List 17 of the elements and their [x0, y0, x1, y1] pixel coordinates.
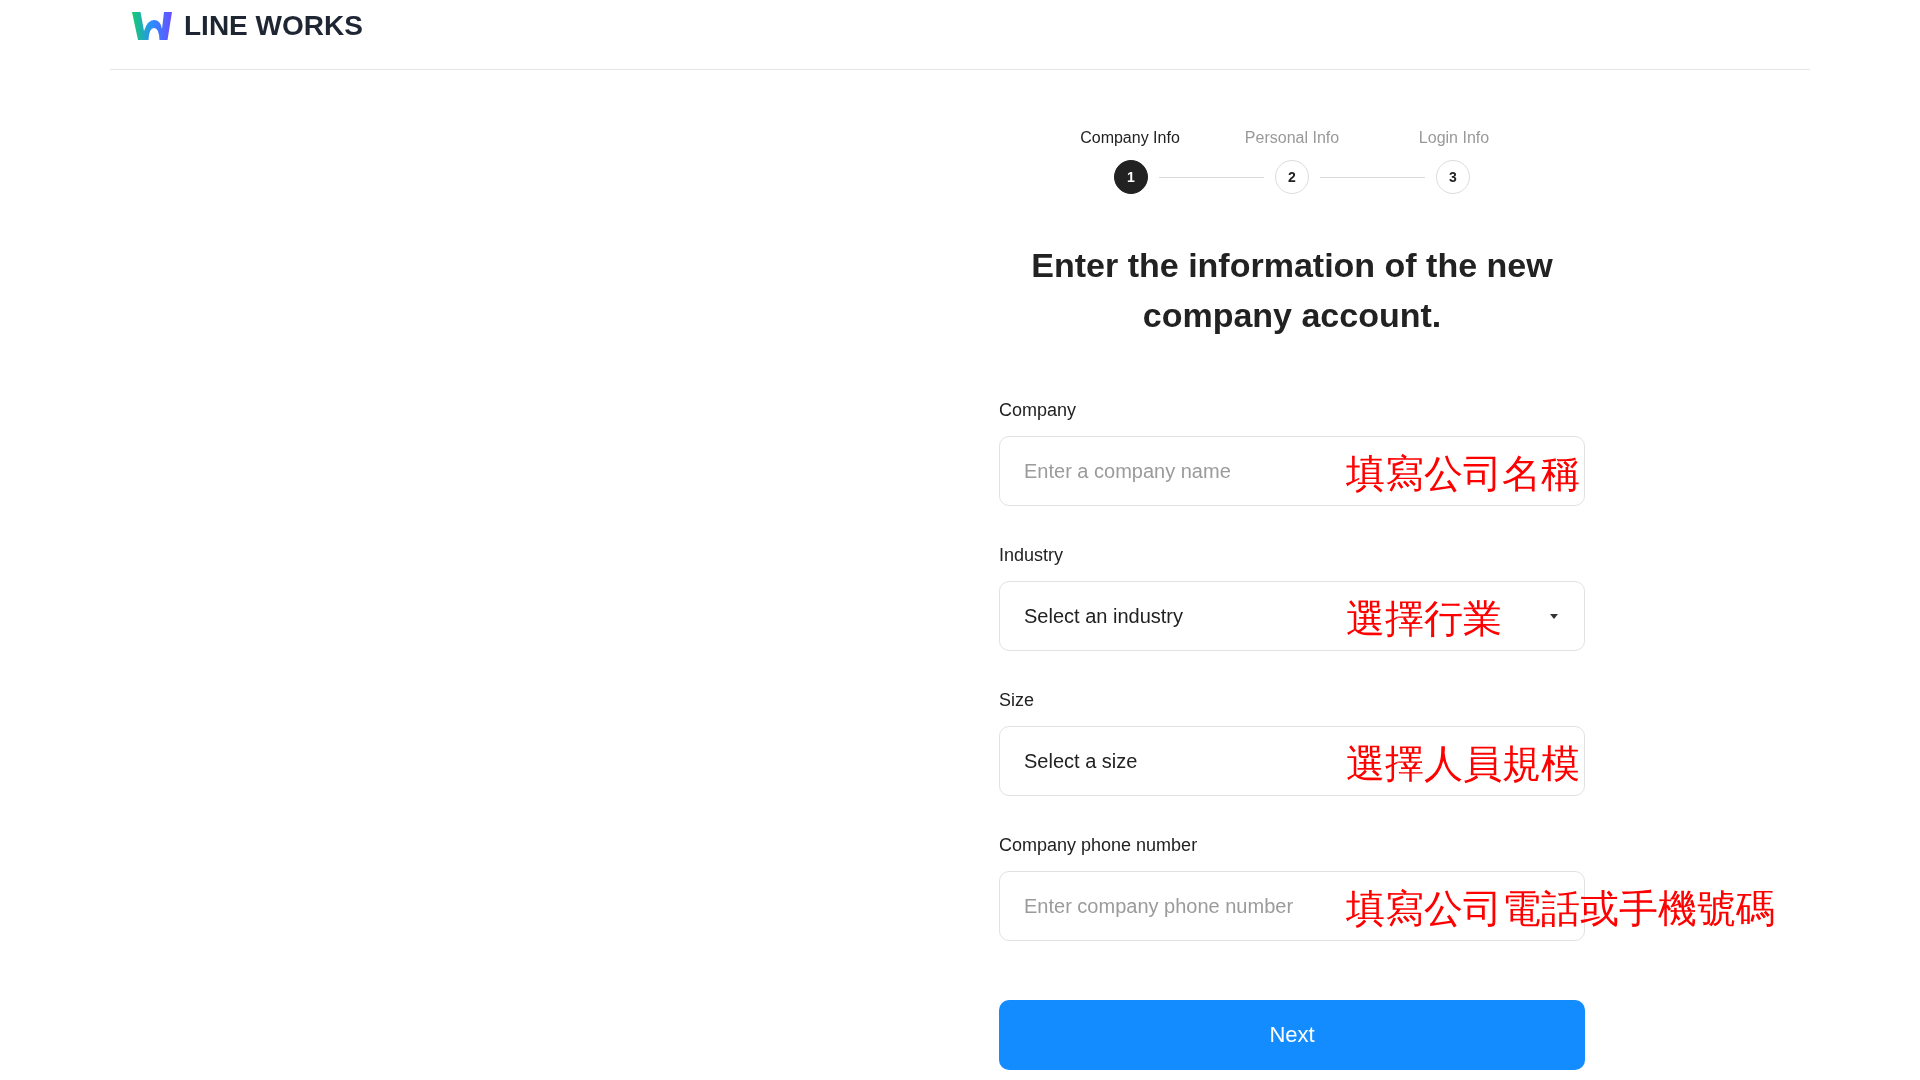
field-label: Company phone number [999, 834, 1198, 856]
logo-icon [132, 11, 172, 40]
step-number: 3 [1436, 160, 1470, 194]
field-label: Size [999, 689, 1034, 711]
field-label: Industry [999, 544, 1064, 566]
step-label: Login Info [1417, 128, 1491, 148]
page-heading: Enter the information of the new company account. [1030, 245, 1554, 336]
step-label: Company Info [1079, 128, 1181, 148]
step-number: 2 [1275, 160, 1309, 194]
caret-down-icon [1550, 613, 1558, 619]
field-label: Company [999, 399, 1077, 421]
annotation-text: 選擇行業 [1346, 595, 1502, 643]
step-number: 1 [1114, 160, 1148, 194]
logo-text: LINE WORKS [184, 9, 363, 42]
step-label: Personal Info [1243, 128, 1341, 148]
annotation-text: 填寫公司名稱 [1346, 450, 1580, 498]
annotation-text: 選擇人員規模 [1346, 740, 1580, 788]
